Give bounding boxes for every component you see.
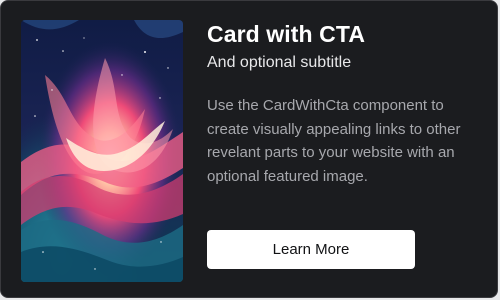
nebula-illustration [21,20,183,282]
card-title: Card with CTA [207,21,366,47]
cta-card: Card with CTA And optional subtitle Use … [0,0,498,298]
card-description: Use the CardWithCta component to create … [207,97,461,185]
card-content: Card with CTA And optional subtitle Use … [207,19,483,188]
featured-image [21,20,183,282]
card-subtitle: And optional subtitle [207,54,352,71]
learn-more-button[interactable]: Learn More [207,230,415,269]
